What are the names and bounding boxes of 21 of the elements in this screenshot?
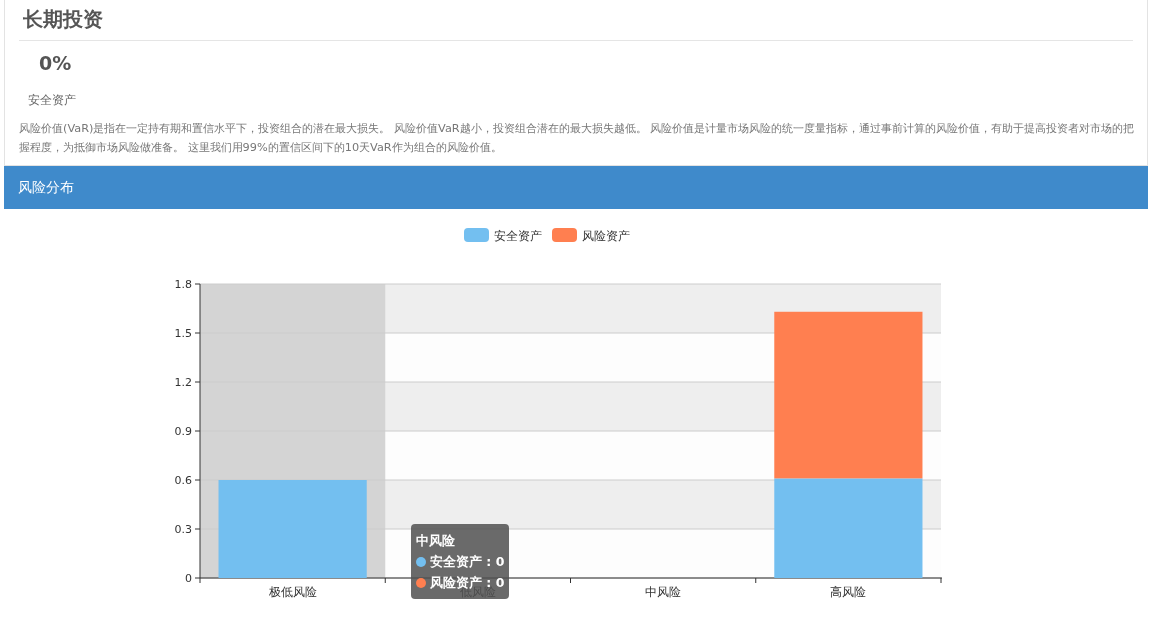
y-tick-label: 1.8 xyxy=(174,277,192,291)
stat-value: 0% xyxy=(39,51,72,76)
y-tick-label: 0.9 xyxy=(174,424,192,438)
y-tick-label: 1.2 xyxy=(174,375,192,389)
tooltip-value: 安全资产 : 0 xyxy=(430,553,505,569)
legend-label: 风险资产 xyxy=(582,228,630,243)
x-tick-label: 极低风险 xyxy=(268,584,317,599)
x-tick-label: 高风险 xyxy=(830,584,867,599)
y-tick-label: 1.5 xyxy=(174,326,192,340)
y-tick-label: 0 xyxy=(185,571,192,585)
x-tick-label: 中风险 xyxy=(645,584,682,599)
y-tick-label: 0.3 xyxy=(174,522,192,536)
tooltip-title: 中风险 xyxy=(416,531,456,550)
legend-item[interactable]: 风险资产 xyxy=(552,227,630,243)
description-text: 风险价值(VaR)是指在一定持有期和置信水平下，投资组合的潜在最大损失。 风险价值VaR越小，投资组合潜在的最大损失越低。 风险价值是计量市场风险的统一度量指标，通过事前计算的风险价值，有助于提高投资者对市场的把握程度，为抵御市场风险做准备。 这里我们用99%的置信区间下的10天VaR作为组合的风险价值。 xyxy=(18,120,1136,156)
legend-label: 安全资产 xyxy=(494,228,542,243)
stat-label: 安全资产 xyxy=(28,91,76,109)
legend-item[interactable]: 安全资产 xyxy=(464,227,542,243)
page-title: 长期投资 xyxy=(19,0,1133,41)
panel-header: 风险分布 xyxy=(4,165,1148,209)
y-tick-label: 0.6 xyxy=(174,473,192,487)
